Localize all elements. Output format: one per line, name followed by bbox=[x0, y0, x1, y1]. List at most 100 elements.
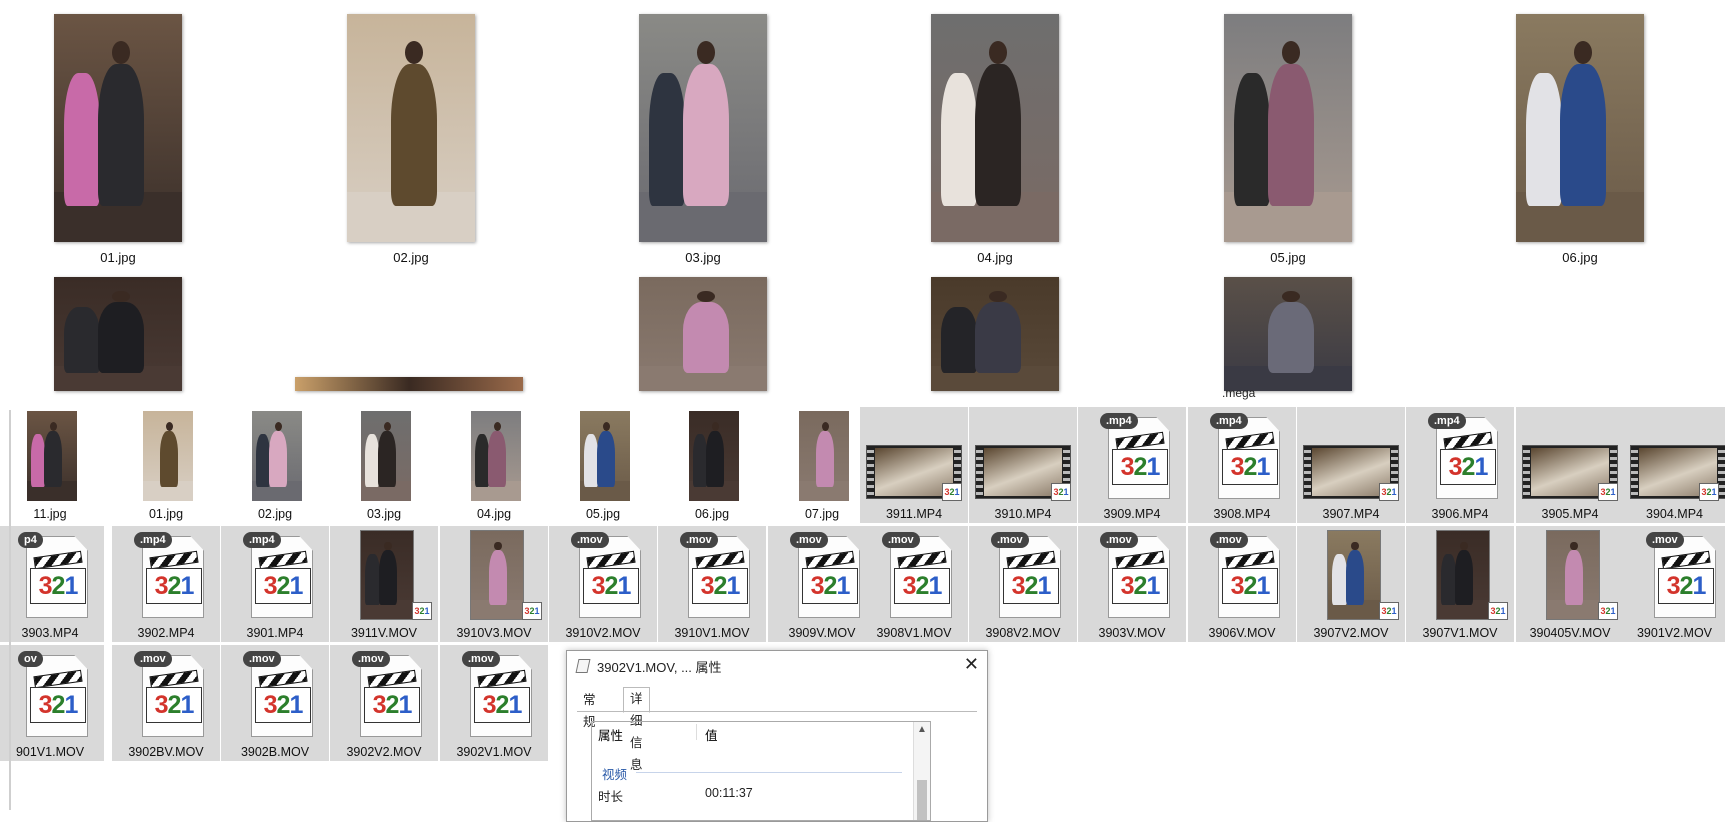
file-name: 04.jpg bbox=[476, 507, 512, 521]
table-scrollbar[interactable]: ▲ bbox=[913, 722, 930, 820]
file-extension-badge: .mov bbox=[134, 651, 172, 667]
file-tile[interactable]: 11.jpg bbox=[0, 407, 104, 523]
file-tile[interactable]: 321 .mov 3902V1.MOV bbox=[440, 645, 548, 761]
photo-image bbox=[580, 411, 630, 501]
photo-image bbox=[471, 531, 523, 619]
photo-image bbox=[143, 411, 193, 501]
file-icon bbox=[575, 659, 591, 673]
dialog-titlebar[interactable]: 3902V1.MOV, ... 属性 ✕ bbox=[567, 651, 987, 679]
file-tile[interactable]: 06.jpg bbox=[658, 407, 766, 523]
group-divider bbox=[636, 772, 902, 773]
file-extension-badge: .mp4 bbox=[243, 532, 281, 548]
file-tile[interactable]: 321 .mp4 3902.MP4 bbox=[112, 526, 220, 642]
file-extension-badge: .mov bbox=[790, 532, 828, 548]
photo-image bbox=[799, 411, 849, 501]
top-thumbnail-partial[interactable] bbox=[931, 277, 1059, 391]
file-tile[interactable]: 321 .mov 3906V.MOV bbox=[1188, 526, 1296, 642]
file-tile[interactable]: 321 .mp4 3908.MP4 bbox=[1188, 407, 1296, 523]
scroll-up-icon[interactable]: ▲ bbox=[917, 724, 927, 735]
photo-image bbox=[361, 531, 413, 619]
file-tile[interactable]: 03.jpg bbox=[330, 407, 438, 523]
media-file-icon: 321 .mov bbox=[790, 532, 860, 618]
player-badge-icon: 321 bbox=[1379, 483, 1399, 501]
file-tile[interactable]: 321 .mp4 3901.MP4 bbox=[221, 526, 329, 642]
file-extension-badge: .mp4 bbox=[1210, 413, 1248, 429]
photo-thumbnail bbox=[252, 411, 302, 501]
table-header: 属性 值 bbox=[592, 722, 930, 744]
file-tile[interactable]: 01.jpg bbox=[112, 407, 220, 523]
file-tile[interactable]: 321 3904.MP4 bbox=[1624, 407, 1725, 523]
file-tile[interactable]: 321 ov 901V1.MOV bbox=[0, 645, 104, 761]
file-tile[interactable]: 321 .mov 3908V2.MOV bbox=[969, 526, 1077, 642]
file-name: 3902V2.MOV bbox=[346, 745, 422, 759]
player-badge-icon: 321 bbox=[522, 602, 542, 620]
file-tile[interactable]: 321 .mp4 3909.MP4 bbox=[1078, 407, 1186, 523]
close-icon[interactable]: ✕ bbox=[964, 654, 979, 675]
media-file-icon: 321 .mov bbox=[1210, 532, 1280, 618]
file-tile[interactable]: 321 .mov 3910V2.MOV bbox=[549, 526, 657, 642]
file-name: 3907.MP4 bbox=[1322, 507, 1380, 521]
media-file-icon: 321 .mov bbox=[462, 651, 532, 737]
media-file-icon: 321 .mov bbox=[352, 651, 422, 737]
file-tile[interactable]: 321 .mov 3902V2.MOV bbox=[330, 645, 438, 761]
file-tile[interactable]: 321 .mov 3902B.MOV bbox=[221, 645, 329, 761]
photo-thumbnail bbox=[361, 411, 411, 501]
file-name: 3907V2.MOV bbox=[1313, 626, 1389, 640]
property-row-duration[interactable]: 时长 00:11:37 bbox=[598, 786, 910, 805]
top-thumbnail-partial[interactable] bbox=[54, 277, 182, 391]
tab-details[interactable]: 详细信息 bbox=[623, 687, 650, 772]
left-edge-divider bbox=[9, 410, 11, 810]
file-name: 3910V1.MOV bbox=[674, 626, 750, 640]
photo-thumbnail bbox=[799, 411, 849, 501]
file-name: 390405V.MOV bbox=[1529, 626, 1611, 640]
photo-image bbox=[1328, 531, 1380, 619]
column-header-property[interactable]: 属性 bbox=[598, 725, 623, 744]
file-name: 05.jpg bbox=[585, 507, 621, 521]
top-thumbnail-partial[interactable] bbox=[295, 377, 523, 391]
column-separator[interactable] bbox=[696, 724, 697, 740]
media-file-icon: 321 .mov bbox=[1646, 532, 1716, 618]
top-thumbnail-partial[interactable] bbox=[639, 277, 767, 391]
file-name: 3910.MP4 bbox=[994, 507, 1052, 521]
video-thumbnail bbox=[1436, 530, 1490, 620]
player-badge-icon: 321 bbox=[942, 483, 962, 501]
file-tile[interactable]: 321 3907V2.MOV bbox=[1297, 526, 1405, 642]
file-tile[interactable]: 321 3911.MP4 bbox=[860, 407, 968, 523]
video-thumbnail bbox=[470, 530, 524, 620]
file-tile[interactable]: 321 .mov 3910V1.MOV bbox=[658, 526, 766, 642]
file-tile[interactable]: 321 .mov 3901V2.MOV bbox=[1624, 526, 1725, 642]
media-file-icon: 321 p4 bbox=[18, 532, 88, 618]
top-thumbnail-partial[interactable] bbox=[1224, 277, 1352, 391]
file-name: 3901V2.MOV bbox=[1636, 626, 1713, 640]
scrollbar-thumb[interactable] bbox=[917, 780, 927, 820]
file-tile[interactable]: 321 3910.MP4 bbox=[969, 407, 1077, 523]
file-extension-badge: .mov bbox=[1646, 532, 1684, 548]
file-tile[interactable]: 321 p4 3903.MP4 bbox=[0, 526, 104, 642]
file-tile[interactable]: 321 .mov 3903V.MOV bbox=[1078, 526, 1186, 642]
file-tile[interactable]: 04.jpg bbox=[440, 407, 548, 523]
file-tile[interactable]: 321 3907V1.MOV bbox=[1406, 526, 1514, 642]
file-tile[interactable]: 321 .mp4 3906.MP4 bbox=[1406, 407, 1514, 523]
file-extension-badge: p4 bbox=[18, 532, 43, 548]
file-tile[interactable]: 321 3907.MP4 bbox=[1297, 407, 1405, 523]
player-badge-icon: 321 bbox=[1051, 483, 1071, 501]
photo-image bbox=[1437, 531, 1489, 619]
file-tile[interactable]: 321 3910V3.MOV bbox=[440, 526, 548, 642]
file-tile[interactable]: 321 390405V.MOV bbox=[1516, 526, 1624, 642]
file-tile[interactable]: 321 3911V.MOV bbox=[330, 526, 438, 642]
property-name: 时长 bbox=[598, 790, 624, 804]
file-tile[interactable]: 05.jpg bbox=[549, 407, 657, 523]
file-extension-badge: .mov bbox=[680, 532, 718, 548]
file-tile[interactable]: 02.jpg bbox=[221, 407, 329, 523]
media-file-icon: 321 .mov bbox=[1100, 532, 1170, 618]
file-tile[interactable]: 321 .mov 3902BV.MOV bbox=[112, 645, 220, 761]
tab-general[interactable]: 常规 bbox=[577, 689, 602, 729]
file-extension-badge: .mov bbox=[882, 532, 920, 548]
file-tile[interactable]: 321 3905.MP4 bbox=[1516, 407, 1624, 523]
file-tile[interactable]: 321 .mov 3908V1.MOV bbox=[860, 526, 968, 642]
photo-image bbox=[1547, 531, 1599, 619]
column-header-value[interactable]: 值 bbox=[705, 725, 718, 744]
photo-image bbox=[931, 14, 1059, 242]
media-file-icon: 321 .mp4 bbox=[1210, 413, 1280, 499]
photo-image bbox=[1516, 14, 1644, 242]
